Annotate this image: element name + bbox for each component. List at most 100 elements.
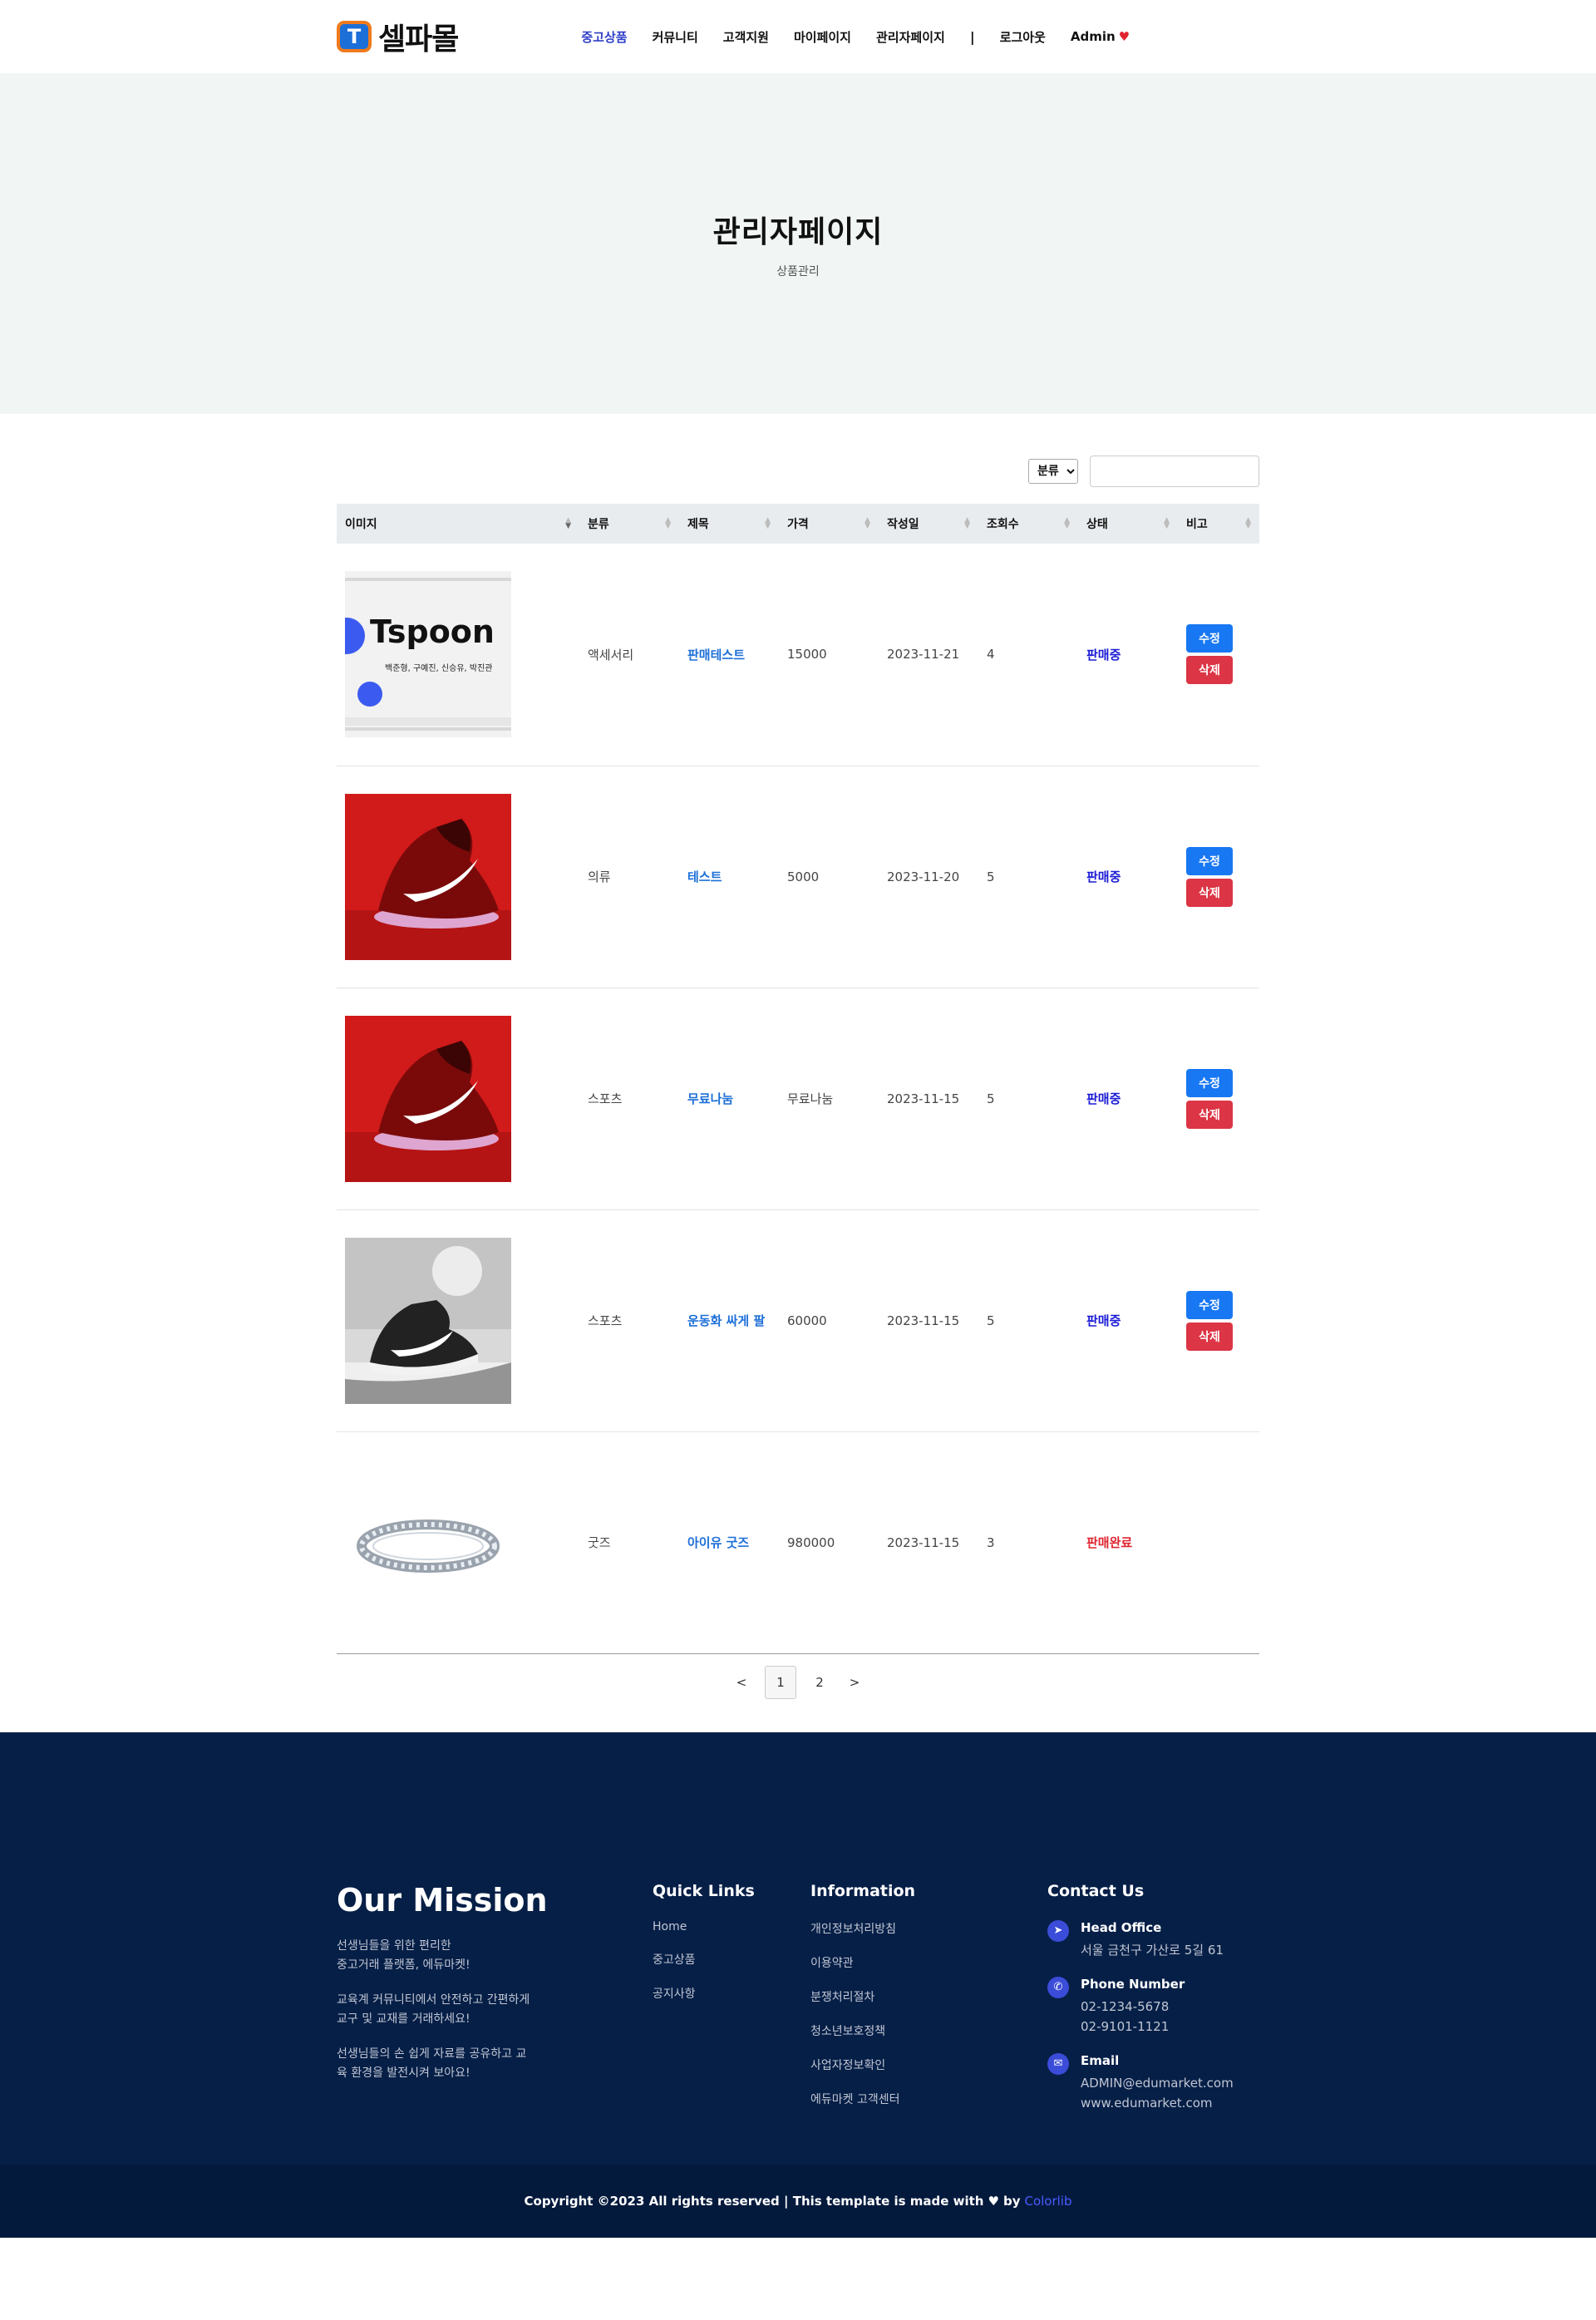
views-cell: 3 [978,1431,1078,1654]
logo-text: 셀파몰 [378,22,459,57]
date-cell: 2023-11-20 [879,766,978,988]
mission-title: Our Mission [337,1881,548,1919]
footer-link-terms[interactable]: 이용약관 [810,1954,1047,1971]
status-badge: 판매완료 [1078,1431,1178,1654]
title-link[interactable]: 운동화 싸게 팔 [679,1209,779,1432]
column-header-category[interactable]: 분류 ▲ ▼ [579,504,679,544]
contact-value: 02-1234-5678 [1081,1998,1170,2014]
diamond-ring-image[interactable] [345,1459,511,1626]
thumb-members: 백준형, 구예진, 신승유, 박진관 [385,663,492,673]
column-label: 이미지 [345,518,377,531]
column-header-actions[interactable]: 비고 ▲ ▼ [1178,504,1259,544]
page-subtitle: 상품관리 [776,265,820,278]
delete-button[interactable]: 삭제 [1186,1100,1233,1129]
column-header-views[interactable]: 조회수 ▲ ▼ [978,504,1078,544]
user-name: Admin [1070,29,1116,44]
product-management: 분류 이미지 ▲ ▼ 분류 ▲ ▼ 제목 ▲ ▼ 가격 ▲ ▼ 작성일 ▲ ▼ 조회수 ▲ ▼ 상태 ▲ ▼… [337,414,1259,1699]
table-header-row: 이미지 ▲ ▼ 분류 ▲ ▼ 제목 ▲ ▼ 가격 ▲ ▼ 작성일 ▲ ▼ 조회수 ▲ ▼ 상태 ▲ ▼ 비고… [337,504,1259,544]
title-link[interactable]: 아이유 굿즈 [679,1431,779,1654]
next-page-button[interactable]: > [843,1666,866,1699]
status-badge: 판매중 [1078,1209,1178,1432]
page-button-2[interactable]: 2 [808,1666,831,1699]
nav-item-community[interactable]: 커뮤니티 [653,28,698,46]
title-link[interactable]: 판매테스트 [679,544,779,766]
date-cell: 2023-11-15 [879,1209,978,1432]
logo-icon: T [337,21,372,52]
nav-item-logout[interactable]: 로그아웃 [1000,28,1046,46]
category-filter-select[interactable]: 분류 [1028,459,1078,484]
image-cell [337,766,579,988]
mission-text: 교육계 커뮤니티에서 안전하고 간편하게 교구 및 교재를 거래하세요! [337,1992,530,2026]
edit-button[interactable]: 수정 [1186,624,1233,653]
footer-link-youth[interactable]: 청소년보호정책 [810,2022,1047,2039]
table-row: 스포츠 무료나눔 무료나눔 2023-11-15 5 판매중 수정 삭제 [337,988,1259,1210]
views-cell: 5 [978,766,1078,988]
page-button-1[interactable]: 1 [765,1665,796,1699]
column-header-price[interactable]: 가격 ▲ ▼ [779,504,879,544]
date-cell: 2023-11-21 [879,544,978,766]
main-nav: 중고상품 커뮤니티 고객지원 마이페이지 관리자페이지 | 로그아웃 Admin… [581,28,1130,46]
title-link[interactable]: 테스트 [679,766,779,988]
column-header-status[interactable]: 상태 ▲ ▼ [1078,504,1178,544]
column-label: 상태 [1086,518,1108,531]
footer-link-products[interactable]: 중고상품 [653,1951,810,1968]
nav-item-user[interactable]: Admin ♥ [1071,29,1130,44]
colorlib-link[interactable]: Colorlib [1024,2194,1071,2209]
footer-link-notice[interactable]: 공지사항 [653,1985,810,2002]
footer-link-support[interactable]: 에듀마켓 고객센터 [810,2091,1047,2107]
delete-button[interactable]: 삭제 [1186,656,1233,685]
nav-item-admin[interactable]: 관리자페이지 [876,28,945,46]
red-sneaker-image[interactable] [345,793,511,960]
heart-icon: ♥ [988,2193,999,2209]
contact-title: Contact Us [1047,1881,1145,1900]
actions-cell [1178,1431,1259,1654]
nav-item-mypage[interactable]: 마이페이지 [794,28,851,46]
category-cell: 스포츠 [579,988,679,1210]
location-arrow-icon: ➤ [1047,1919,1069,1942]
views-cell: 4 [978,544,1078,766]
footer-link-dispute[interactable]: 분쟁처리절차 [810,1988,1047,2005]
contact-value: 서울 금천구 가산로 5길 61 [1081,1942,1224,1958]
hero-banner: 관리자페이지 상품관리 [0,73,1596,414]
edit-button[interactable]: 수정 [1186,846,1233,875]
red-sneaker-image[interactable] [345,1015,511,1182]
nav-item-used-products[interactable]: 중고상품 [581,28,627,46]
phone-icon: ✆ [1047,1976,1069,1998]
delete-button[interactable]: 삭제 [1186,878,1233,907]
thumb-title: Tspoon [370,613,495,650]
date-cell: 2023-11-15 [879,988,978,1210]
footer-link-home[interactable]: Home [653,1920,810,1933]
column-header-image[interactable]: 이미지 ▲ ▼ [337,504,579,544]
nav-item-support[interactable]: 고객지원 [723,28,769,46]
copyright-bar: Copyright ©2023 All rights reserved | Th… [0,2164,1596,2238]
contact-label: Email [1081,2052,1120,2068]
column-header-date[interactable]: 작성일 ▲ ▼ [879,504,978,544]
search-input[interactable] [1090,456,1259,487]
table-controls: 분류 [337,456,1259,487]
prev-page-button[interactable]: < [730,1666,753,1699]
footer-link-privacy[interactable]: 개인정보처리방침 [810,1920,1047,1937]
column-header-title[interactable]: 제목 ▲ ▼ [679,504,779,544]
contact-label: Head Office [1081,1919,1162,1935]
category-cell: 굿즈 [579,1431,679,1654]
sort-icon: ▲ ▼ [1245,516,1251,530]
footer-mission: Our Mission 선생님들을 위한 편리한 중고거래 플랫폼, 에듀마켓!… [337,1882,653,2130]
quick-links-title: Quick Links [653,1881,755,1900]
black-sneaker-image[interactable] [345,1237,511,1404]
column-label: 조회수 [987,518,1019,531]
tspoon-banner-image[interactable]: Tspoon 백준형, 구예진, 신승유, 박진관 [345,571,511,738]
delete-button[interactable]: 삭제 [1186,1322,1233,1351]
edit-button[interactable]: 수정 [1186,1068,1233,1097]
category-cell: 액세서리 [579,544,679,766]
logo[interactable]: T 셀파몰 [337,15,459,58]
mission-text: 선생님들을 위한 편리한 중고거래 플랫폼, 에듀마켓! [337,1938,470,1972]
edit-button[interactable]: 수정 [1186,1290,1233,1319]
nav-separator: | [969,28,975,45]
envelope-icon: ✉ [1047,2052,1069,2075]
title-link[interactable]: 무료나눔 [679,988,779,1210]
column-label: 분류 [588,518,609,531]
views-cell: 5 [978,988,1078,1210]
pagination: < 1 2 > [337,1665,1259,1699]
footer-link-business[interactable]: 사업자정보확인 [810,2056,1047,2073]
contact-value: 02-9101-1121 [1081,2018,1170,2034]
